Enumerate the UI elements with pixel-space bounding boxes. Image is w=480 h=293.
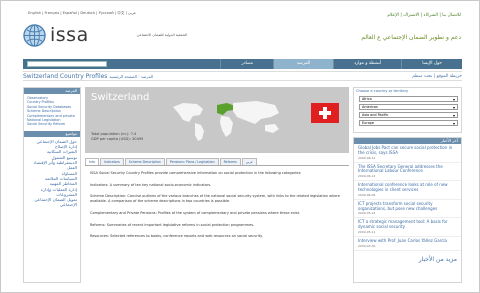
topic-link[interactable]: الإجتماعي: [27, 202, 77, 207]
swiss-flag-icon: [311, 103, 339, 123]
news-item[interactable]: Global Jobs Pact can secure social prote…: [354, 144, 461, 163]
language-bar[interactable]: English | Français | Español | Deutsch |…: [28, 11, 136, 16]
search-input[interactable]: [27, 61, 107, 67]
logo-text: issa: [50, 24, 89, 46]
tab-indicators[interactable]: Indicators: [100, 158, 124, 165]
tab-pensions[interactable]: Pensions: Plans / Legislation: [165, 158, 219, 165]
nav-activities[interactable]: أنشطة و موارد: [333, 59, 401, 69]
tab-info[interactable]: Info: [85, 158, 100, 165]
topic-link[interactable]: إدارة العمليات وإدارة المشروعات: [27, 187, 77, 198]
news-item[interactable]: The ISSA Secretary General addresses the…: [354, 163, 461, 182]
region-select-americas[interactable]: Americas: [359, 104, 458, 110]
tab-reforms[interactable]: Reforms: [219, 158, 241, 165]
topics-list: حول الضمان الإجتماعي إدارة الإصلاح التغي…: [24, 137, 80, 210]
country-chooser: Choose a country or territory Africa Ame…: [353, 87, 462, 133]
tab-scheme-description[interactable]: Scheme Description: [124, 158, 165, 165]
nav-resources[interactable]: مصادر: [220, 59, 273, 69]
news-date: 2009-03-30: [358, 243, 376, 248]
region-select-europe[interactable]: Europe: [359, 120, 458, 126]
news-date: 2009-05-11: [358, 229, 376, 234]
news-panel: آخر الأخبار Global Jobs Pact can secure …: [353, 137, 462, 283]
resources-text: Resources: Selected references to books,…: [90, 234, 263, 239]
main-nav: حول الإيسا أنشطة و موارد المرصد مصادر: [23, 59, 462, 69]
news-title[interactable]: International conference looks at role o…: [358, 182, 457, 193]
sidebar-link[interactable]: Social Security Reform: [27, 122, 77, 126]
breadcrumb[interactable]: Switzerland Country Profiles المرصد : ال…: [23, 73, 153, 80]
region-select-africa[interactable]: Africa: [359, 96, 458, 102]
page: English | Français | Español | Deutsch |…: [0, 0, 480, 293]
chooser-title: Choose a country or territory: [356, 89, 409, 93]
right-sidebar: Choose a country or territory Africa Ame…: [353, 87, 462, 283]
issa-logo[interactable]: issa الجمعية الدولية للضمان الاجتماعي: [23, 24, 187, 48]
globe-icon: [23, 24, 46, 47]
news-item[interactable]: ICT a strategic management tool: A basis…: [354, 218, 461, 237]
country-banner: Switzerland Total population (m.): 7.4 G…: [85, 87, 349, 153]
observatory-list: Observatory Country Profiles Social Secu…: [24, 94, 80, 129]
news-date: 2009-06-12: [358, 174, 376, 179]
news-title[interactable]: The ISSA Secretary General addresses the…: [358, 164, 457, 175]
news-item[interactable]: ICT projects transform social security o…: [354, 200, 461, 219]
region-select-asia[interactable]: Asia and Pacific: [359, 112, 458, 118]
pensions-text: Complementary and Private Pensions: Prof…: [90, 210, 301, 215]
tab-arabic[interactable]: عربي: [241, 158, 257, 165]
population-value: Total population (m.): 7.4: [91, 132, 137, 136]
profile-tabs: Info Indicators Scheme Description Pensi…: [85, 158, 349, 166]
news-title[interactable]: ICT a strategic management tool: A basis…: [358, 220, 457, 230]
breadcrumb-bar: Switzerland Country Profiles المرصد : ال…: [23, 71, 462, 81]
country-stats: Total population (m.): 7.4 GDP per capit…: [91, 132, 143, 141]
logo-subtitle: الجمعية الدولية للضمان الاجتماعي: [136, 33, 187, 37]
tagline: دعم و تطوير الضمان الإجتماعي ع العالم: [361, 34, 461, 41]
profile-text: ISSA Social Security Country Profiles pr…: [90, 171, 344, 246]
left-sidebar: المرصد Observatory Country Profiles Soci…: [23, 87, 81, 283]
more-news-link[interactable]: مزيد من الأخبار: [354, 251, 461, 268]
reforms-text: Reforms: Summaries of recent important l…: [90, 222, 255, 227]
news-date: 2009-05-14: [358, 211, 376, 216]
gdp-value: GDP per capita (USD): 30495: [91, 136, 144, 141]
news-item[interactable]: Interview with Prof. Juan Carlos Yáñez G…: [354, 237, 461, 251]
main-content: Switzerland Total population (m.): 7.4 G…: [85, 87, 349, 283]
news-date: 2009-06-12: [358, 155, 376, 160]
indicators-text: Indicators: A summary of ten key nationa…: [90, 182, 212, 187]
scheme-text: Scheme Description: Concise outlines of …: [90, 194, 340, 204]
nav-observatory[interactable]: المرصد: [273, 59, 334, 69]
sitemap-links[interactable]: خريطة الموقع | بحث منظم: [412, 74, 462, 79]
intro-text: ISSA Social Security Country Profiles pr…: [90, 171, 302, 175]
news-item[interactable]: International conference looks at role o…: [354, 181, 461, 200]
news-title[interactable]: ICT projects transform social security o…: [358, 201, 457, 212]
top-links[interactable]: للاتصال بنا | الشركاء | الاشتراك | الإعل…: [387, 13, 461, 18]
news-date: 2009-06-05: [358, 192, 376, 197]
nav-about[interactable]: حول الإيسا: [401, 59, 462, 69]
news-title[interactable]: Global Jobs Pact can secure social prote…: [358, 145, 457, 156]
country-name: Switzerland: [91, 92, 150, 103]
world-map: [173, 101, 279, 141]
